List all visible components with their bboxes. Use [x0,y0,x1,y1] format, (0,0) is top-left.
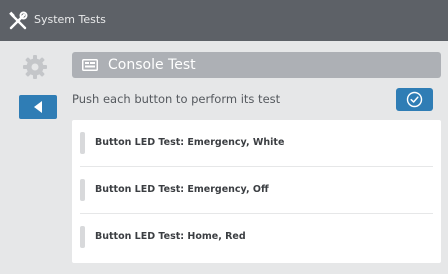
test-row-emergency-white[interactable]: Button LED Test: Emergency, White [80,120,433,167]
row-indicator-bar [80,132,85,154]
test-label: Button LED Test: Home, Red [95,231,246,242]
instruction-text: Push each button to perform its test [72,92,281,106]
row-indicator-bar [80,179,85,201]
top-bar: System Tests [0,0,448,41]
test-label: Button LED Test: Emergency, White [95,137,285,148]
tools-icon [9,11,28,30]
row-indicator-bar [80,226,85,248]
test-label: Button LED Test: Emergency, Off [95,184,269,195]
gear-icon[interactable] [22,54,48,80]
confirm-button[interactable] [396,88,433,111]
test-list: Button LED Test: Emergency, White Button… [72,120,441,263]
console-test-header: Console Test [72,52,441,78]
test-row-emergency-off[interactable]: Button LED Test: Emergency, Off [80,167,433,214]
page-title: System Tests [34,13,106,26]
back-button[interactable] [19,95,57,119]
back-arrow-icon [34,101,42,113]
console-icon [82,59,98,71]
check-circle-icon [406,91,423,108]
console-test-title: Console Test [108,57,196,73]
test-row-home-red[interactable]: Button LED Test: Home, Red [80,214,433,261]
